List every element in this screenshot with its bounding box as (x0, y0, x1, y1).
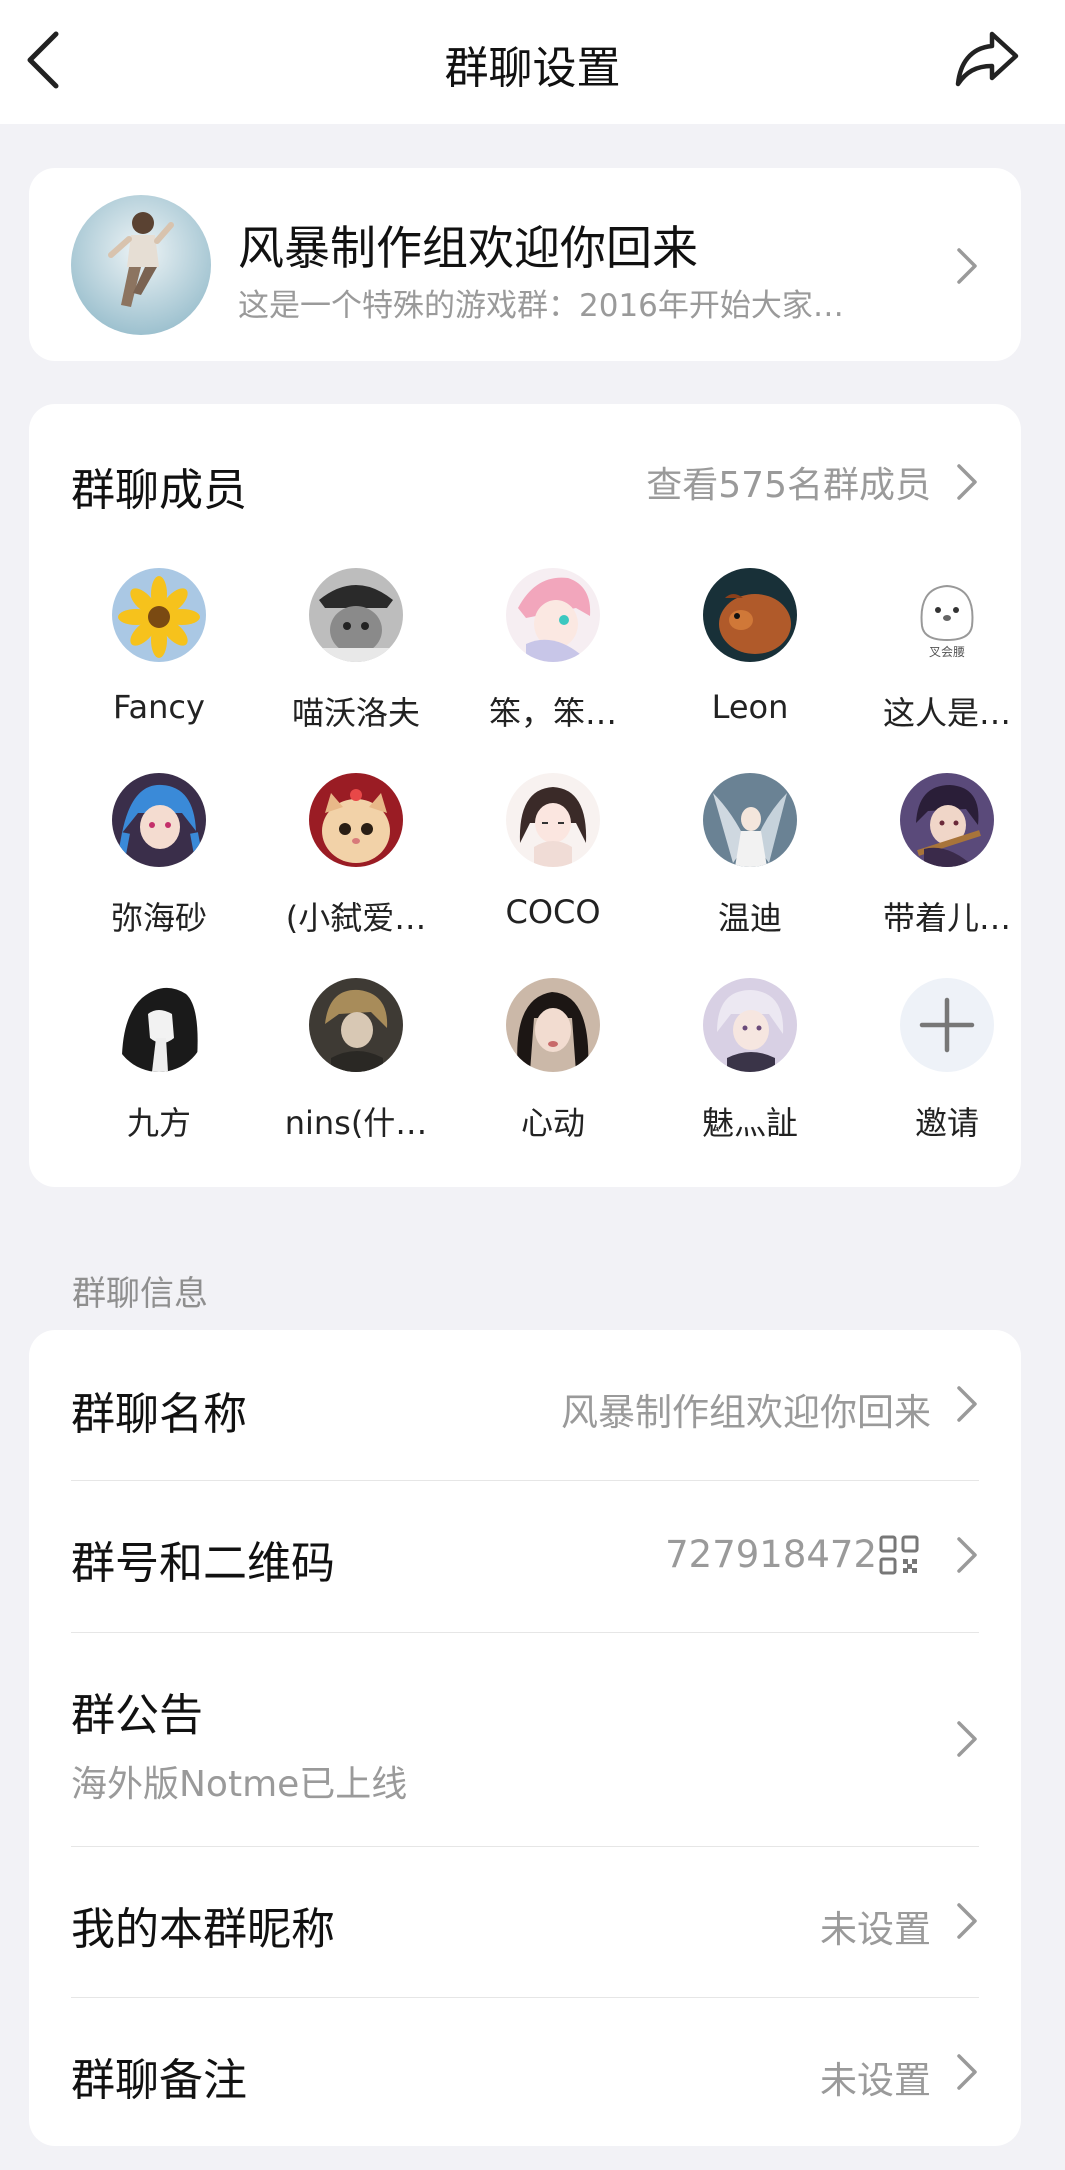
avatar (506, 978, 600, 1072)
group-description: 这是一个特殊的游戏群：2016年开始大家… (238, 288, 844, 324)
row-label: 群聊备注 (71, 2055, 247, 2106)
member-item[interactable]: 温迪 (660, 773, 840, 953)
member-item[interactable]: Fancy (69, 568, 249, 748)
avatar (506, 568, 600, 662)
member-name: COCO (505, 893, 601, 931)
member-item[interactable]: Leon (660, 568, 840, 748)
row-value: 未设置 (820, 1908, 931, 1951)
avatar (703, 978, 797, 1072)
member-item[interactable]: 魅灬訨 (660, 978, 840, 1158)
row-label: 群公告 (71, 1690, 203, 1741)
member-item[interactable]: 带着儿… (857, 773, 1037, 953)
member-item[interactable]: 叉会腰 这人是… (857, 568, 1037, 748)
row-label: 群号和二维码 (71, 1538, 335, 1589)
member-item[interactable]: 心动 (463, 978, 643, 1158)
avatar (309, 773, 403, 867)
page-title: 群聊设置 (444, 43, 621, 94)
share-button[interactable] (954, 26, 1020, 92)
svg-text:叉会腰: 叉会腰 (929, 645, 965, 659)
avatar (900, 773, 994, 867)
member-name: 弥海砂 (110, 899, 207, 937)
view-all-members-link[interactable]: 查看575名群成员 (646, 456, 931, 508)
member-name: 笨，笨… (488, 694, 617, 732)
avatar (112, 978, 206, 1072)
notice-text: 海外版Notme已上线 (71, 1764, 408, 1805)
chevron-right-icon (957, 1903, 977, 1939)
nav-header: 群聊设置 (0, 0, 1065, 124)
my-nickname-row[interactable]: 我的本群昵称 未设置 (71, 1847, 979, 1997)
section-label: 群聊信息 (72, 1274, 208, 1314)
group-number: 727918472 (665, 1533, 877, 1576)
member-item[interactable]: COCO (463, 773, 643, 953)
member-name: Leon (711, 688, 789, 726)
avatar (703, 568, 797, 662)
member-item[interactable]: (小弑爱… (266, 773, 446, 953)
chevron-right-icon (957, 248, 977, 284)
member-item[interactable]: 喵沃洛夫 (266, 568, 446, 748)
group-profile-card[interactable]: 风暴制作组欢迎你回来 这是一个特殊的游戏群：2016年开始大家… (29, 168, 1021, 361)
chevron-right-icon (957, 1721, 977, 1757)
member-item[interactable]: 笨，笨… (463, 568, 643, 748)
invite-member-button[interactable]: 邀请 (857, 978, 1037, 1158)
chevron-right-icon (957, 1537, 977, 1573)
member-name: 心动 (520, 1104, 585, 1142)
member-name: 带着儿… (882, 899, 1011, 937)
row-value: 风暴制作组欢迎你回来 (561, 1391, 931, 1434)
member-item[interactable]: 弥海砂 (69, 773, 249, 953)
avatar (506, 773, 600, 867)
member-name: 温迪 (717, 899, 782, 937)
members-card: 群聊成员 查看575名群成员 Fancy 喵沃洛夫 笨，笨… Leon 叉会腰 … (29, 404, 1021, 1187)
invite-label: 邀请 (914, 1104, 979, 1142)
row-label: 群聊名称 (71, 1389, 247, 1440)
members-title: 群聊成员 (71, 465, 247, 516)
group-remark-row[interactable]: 群聊备注 未设置 (71, 1998, 979, 2146)
group-number-row[interactable]: 群号和二维码 727918472 (71, 1481, 979, 1631)
group-name: 风暴制作组欢迎你回来 (238, 221, 698, 275)
member-name: 魅灬訨 (701, 1104, 798, 1142)
avatar (309, 568, 403, 662)
group-name-row[interactable]: 群聊名称 风暴制作组欢迎你回来 (71, 1330, 979, 1478)
avatar (309, 978, 403, 1072)
member-name: 九方 (126, 1104, 191, 1142)
row-value: 未设置 (820, 2059, 931, 2102)
plus-icon (900, 978, 994, 1072)
member-name: (小弑爱… (285, 899, 427, 937)
avatar (703, 773, 797, 867)
row-label: 我的本群昵称 (71, 1904, 335, 1955)
member-name: 这人是… (882, 694, 1011, 732)
avatar (112, 773, 206, 867)
qr-code-icon (879, 1535, 919, 1575)
member-name: 喵沃洛夫 (291, 694, 420, 732)
group-avatar (71, 195, 211, 335)
member-name: Fancy (113, 688, 205, 726)
share-arrow-icon (955, 31, 1019, 87)
avatar: 叉会腰 (900, 568, 994, 662)
member-name: nins(什… (284, 1104, 428, 1142)
group-info-card: 群聊名称 风暴制作组欢迎你回来 群号和二维码 727918472 群公告 海外版… (29, 1330, 1021, 2146)
avatar (112, 568, 206, 662)
group-notice-row[interactable]: 群公告 海外版Notme已上线 (71, 1633, 979, 1843)
chevron-right-icon (957, 1386, 977, 1422)
member-item[interactable]: nins(什… (266, 978, 446, 1158)
chevron-right-icon (957, 2054, 977, 2090)
member-item[interactable]: 九方 (69, 978, 249, 1158)
chevron-right-icon[interactable] (955, 462, 979, 502)
